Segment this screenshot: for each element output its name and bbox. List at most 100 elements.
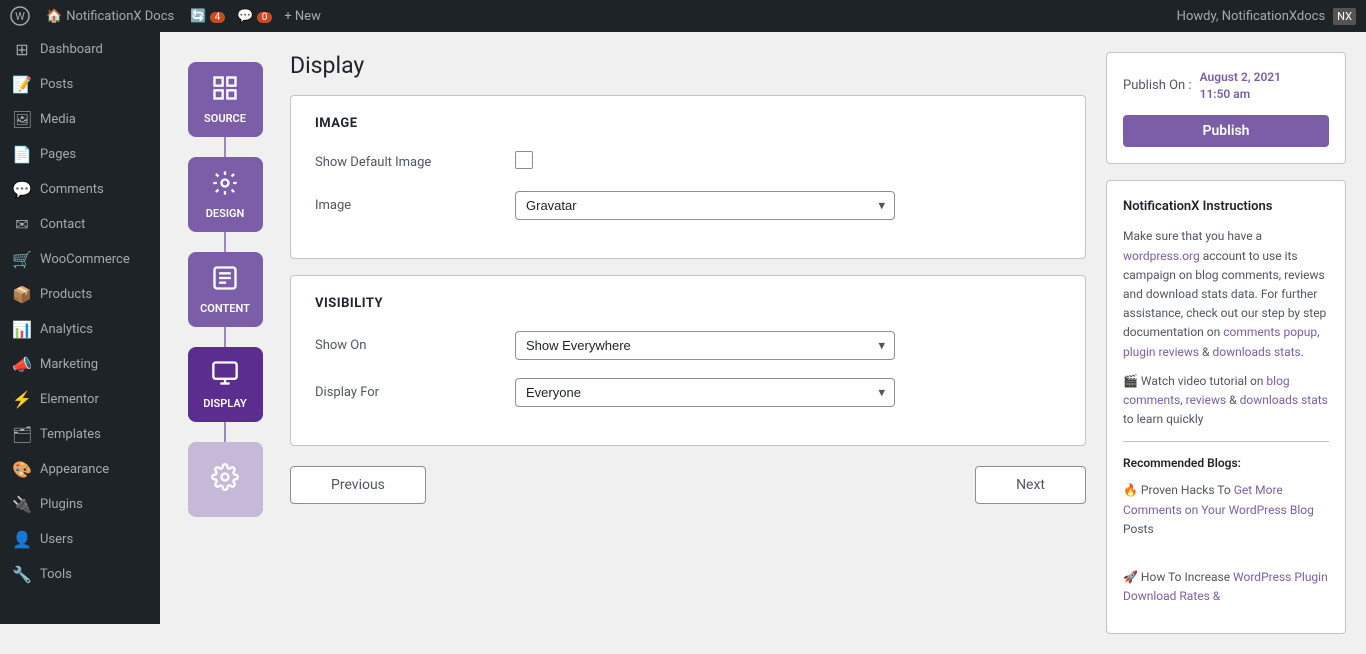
sidebar-item-comments[interactable]: 💬 Comments <box>0 172 160 207</box>
recommended-title: Recommended Blogs: <box>1123 454 1329 473</box>
wordpress-org-link[interactable]: wordpress.org <box>1123 249 1200 263</box>
pages-icon: 📄 <box>12 145 32 164</box>
image-row: Image Gravatar Custom Image WordPress Av… <box>315 191 1061 220</box>
show-on-select[interactable]: Show Everywhere Selected Pages Except on… <box>515 331 895 360</box>
sidebar-item-elementor[interactable]: ⚡ Elementor <box>0 382 160 417</box>
plugins-icon: 🔌 <box>12 495 32 514</box>
appearance-icon: 🎨 <box>12 460 32 479</box>
templates-icon: 🗂 <box>12 425 32 444</box>
sidebar-item-tools[interactable]: 🔧 Tools <box>0 557 160 592</box>
visibility-section-heading: VISIBILITY <box>315 296 1061 311</box>
wizard-step-source[interactable]: SOURCE <box>188 62 263 137</box>
divider <box>1123 441 1329 442</box>
blog2-link[interactable]: WordPress Plugin Download Rates & <box>1123 570 1328 603</box>
wizard-step-display[interactable]: DISPLAY <box>188 347 263 422</box>
nav-buttons: Previous Next <box>290 466 1086 504</box>
blog1-link[interactable]: Get More Comments on Your WordPress Blog <box>1123 483 1314 516</box>
settings-step-icon <box>211 463 239 497</box>
display-for-label: Display For <box>315 385 495 400</box>
admin-bar-right: Howdy, NotificationXdocs NX <box>1177 8 1356 25</box>
comments-counter[interactable]: 💬 0 <box>237 9 272 24</box>
video-tutorial: 🎬 Watch video tutorial on blog comments,… <box>1123 372 1329 430</box>
wizard-steps: SOURCE DESIGN CONT <box>180 52 270 634</box>
sidebar-item-contact[interactable]: ✉ Contact <box>0 207 160 242</box>
blog1: 🔥 Proven Hacks To Get More Comments on Y… <box>1123 481 1329 539</box>
sidebar-item-media[interactable]: 🖼 Media <box>0 102 160 137</box>
image-section-heading: IMAGE <box>315 116 1061 131</box>
right-sidebar: Publish On : August 2, 2021 11:50 am Pub… <box>1106 52 1346 634</box>
connector-4 <box>224 422 226 442</box>
site-name[interactable]: 🏠 NotificationX Docs <box>46 9 174 24</box>
users-icon: 👤 <box>12 530 32 549</box>
media-icon: 🖼 <box>12 110 32 129</box>
instructions-box: NotificationX Instructions Make sure tha… <box>1106 180 1346 634</box>
content-area: Display IMAGE Show Default Image Image <box>290 52 1086 634</box>
previous-button[interactable]: Previous <box>290 466 426 504</box>
new-button[interactable]: + New <box>284 9 321 24</box>
show-default-image-row: Show Default Image <box>315 151 1061 173</box>
design-step-icon <box>211 169 239 203</box>
show-on-dropdown[interactable]: Show Everywhere Selected Pages Except on… <box>515 331 895 360</box>
sidebar-item-marketing[interactable]: 📣 Marketing <box>0 347 160 382</box>
display-for-select[interactable]: Everyone Logged In Users Logged Out User… <box>515 378 895 407</box>
comments-icon: 💬 <box>12 180 32 199</box>
content-step-icon <box>211 264 239 298</box>
image-select[interactable]: Gravatar Custom Image WordPress Avatar <box>515 191 895 220</box>
sidebar-item-users[interactable]: 👤 Users <box>0 522 160 557</box>
next-button[interactable]: Next <box>975 466 1086 504</box>
comments-popup-link[interactable]: comments popup <box>1223 325 1317 339</box>
sidebar: ⊞ Dashboard 📝 Posts 🖼 Media 📄 Pages 💬 Co… <box>0 32 160 624</box>
publish-date-row: Publish On : August 2, 2021 11:50 am <box>1123 69 1329 103</box>
analytics-icon: 📊 <box>12 320 32 339</box>
sidebar-item-pages[interactable]: 📄 Pages <box>0 137 160 172</box>
tools-icon: 🔧 <box>12 565 32 584</box>
dl-stats-link[interactable]: downloads stats <box>1240 393 1328 407</box>
display-for-row: Display For Everyone Logged In Users Log… <box>315 378 1061 407</box>
reviews-link[interactable]: reviews <box>1186 393 1227 407</box>
publish-box: Publish On : August 2, 2021 11:50 am Pub… <box>1106 52 1346 164</box>
source-step-icon <box>211 74 239 108</box>
sidebar-item-products[interactable]: 📦 Products <box>0 277 160 312</box>
sidebar-item-dashboard[interactable]: ⊞ Dashboard <box>0 32 160 67</box>
wp-logo[interactable]: W <box>10 6 30 26</box>
sidebar-item-appearance[interactable]: 🎨 Appearance <box>0 452 160 487</box>
show-default-image-checkbox[interactable] <box>515 151 533 169</box>
show-default-image-control <box>515 151 1061 173</box>
page-title: Display <box>290 52 1086 79</box>
wizard-step-content[interactable]: CONTENT <box>188 252 263 327</box>
dashboard-icon: ⊞ <box>12 40 32 59</box>
image-dropdown[interactable]: Gravatar Custom Image WordPress Avatar ▾ <box>515 191 895 220</box>
show-on-row: Show On Show Everywhere Selected Pages E… <box>315 331 1061 360</box>
sidebar-item-woocommerce[interactable]: 🛒 WooCommerce <box>0 242 160 277</box>
sidebar-item-templates[interactable]: 🗂 Templates <box>0 417 160 452</box>
display-for-dropdown[interactable]: Everyone Logged In Users Logged Out User… <box>515 378 895 407</box>
contact-icon: ✉ <box>12 215 32 234</box>
sidebar-item-posts[interactable]: 📝 Posts <box>0 67 160 102</box>
image-select-wrapper: Gravatar Custom Image WordPress Avatar ▾ <box>515 191 1061 220</box>
show-on-label: Show On <box>315 338 495 353</box>
updates-counter[interactable]: 🔄 4 <box>190 9 225 24</box>
wizard-step-settings[interactable] <box>188 442 263 517</box>
downloads-stats-link[interactable]: downloads stats <box>1213 345 1301 359</box>
posts-icon: 📝 <box>12 75 32 94</box>
sidebar-item-plugins[interactable]: 🔌 Plugins <box>0 487 160 522</box>
publish-label: Publish On : <box>1123 78 1192 93</box>
marketing-icon: 📣 <box>12 355 32 374</box>
howdy-text: Howdy, NotificationXdocs <box>1177 9 1325 24</box>
image-section: IMAGE Show Default Image Image Gravatar … <box>290 95 1086 259</box>
connector-1 <box>224 137 226 157</box>
avatar[interactable]: NX <box>1333 8 1356 25</box>
blog2: 🚀 How To Increase WordPress Plugin Downl… <box>1123 568 1329 606</box>
wizard-step-design[interactable]: DESIGN <box>188 157 263 232</box>
plugin-reviews-link[interactable]: plugin reviews <box>1123 345 1199 359</box>
show-default-image-label: Show Default Image <box>315 155 495 170</box>
connector-2 <box>224 232 226 252</box>
publish-button[interactable]: Publish <box>1123 115 1329 147</box>
publish-date: August 2, 2021 11:50 am <box>1200 69 1281 103</box>
visibility-section: VISIBILITY Show On Show Everywhere Selec… <box>290 275 1086 446</box>
elementor-icon: ⚡ <box>12 390 32 409</box>
products-icon: 📦 <box>12 285 32 304</box>
display-step-icon <box>211 359 239 393</box>
sidebar-item-analytics[interactable]: 📊 Analytics <box>0 312 160 347</box>
home-icon: 🏠 <box>46 9 62 24</box>
